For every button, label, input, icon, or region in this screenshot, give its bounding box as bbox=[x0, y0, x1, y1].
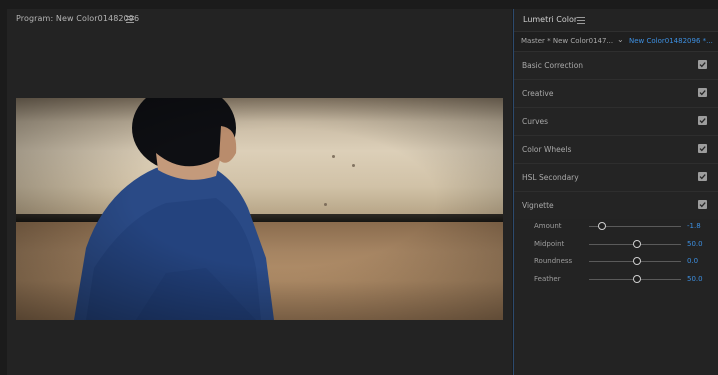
param-label: Amount bbox=[534, 222, 562, 230]
section-color-wheels[interactable]: Color Wheels bbox=[514, 136, 718, 164]
master-clip-label[interactable]: Master * New Color0147... bbox=[521, 37, 613, 45]
section-label: Color Wheels bbox=[522, 145, 572, 154]
vignette-feather-row: Feather 50.0 bbox=[514, 271, 718, 289]
section-label: Basic Correction bbox=[522, 61, 584, 70]
section-vignette[interactable]: Vignette bbox=[514, 192, 718, 219]
lumetri-title[interactable]: Lumetri Color bbox=[523, 15, 577, 24]
section-label: HSL Secondary bbox=[522, 173, 579, 182]
section-basic-correction[interactable]: Basic Correction bbox=[514, 52, 718, 80]
premiere-workspace: Program: New Color01482096 Lumetri Color… bbox=[0, 0, 718, 375]
enable-checkbox[interactable] bbox=[698, 60, 707, 69]
enable-checkbox[interactable] bbox=[698, 200, 707, 209]
param-label: Roundness bbox=[534, 257, 573, 265]
section-label: Creative bbox=[522, 89, 554, 98]
param-label: Feather bbox=[534, 275, 561, 283]
enable-checkbox[interactable] bbox=[698, 88, 707, 97]
param-value[interactable]: -1.8 bbox=[687, 222, 701, 230]
clip-selector-bar: Master * New Color0147... ⌄ New Color014… bbox=[514, 32, 718, 52]
vignette-midpoint-row: Midpoint 50.0 bbox=[514, 236, 718, 254]
vignette-roundness-row: Roundness 0.0 bbox=[514, 253, 718, 271]
section-label: Vignette bbox=[522, 201, 554, 210]
slider-handle[interactable] bbox=[632, 257, 641, 265]
video-frame[interactable] bbox=[16, 98, 503, 320]
vignette-amount-row: Amount -1.8 bbox=[514, 218, 718, 236]
section-creative[interactable]: Creative bbox=[514, 80, 718, 108]
active-clip-label[interactable]: New Color01482096 *... bbox=[629, 37, 713, 45]
slider-handle[interactable] bbox=[597, 222, 606, 230]
checkmark-icon bbox=[699, 174, 706, 180]
lumetri-header: Lumetri Color bbox=[514, 9, 718, 32]
panel-menu-icon[interactable] bbox=[577, 17, 585, 24]
program-monitor-header: Program: New Color01482096 bbox=[7, 9, 512, 31]
param-label: Midpoint bbox=[534, 240, 565, 248]
section-label: Curves bbox=[522, 117, 549, 126]
section-hsl-secondary[interactable]: HSL Secondary bbox=[514, 164, 718, 192]
panel-menu-icon[interactable] bbox=[126, 16, 134, 23]
checkmark-icon bbox=[699, 146, 706, 152]
param-value[interactable]: 50.0 bbox=[687, 240, 703, 248]
enable-checkbox[interactable] bbox=[698, 116, 707, 125]
vignette-overlay bbox=[16, 98, 503, 320]
checkmark-icon bbox=[699, 62, 706, 68]
program-monitor-title[interactable]: Program: New Color01482096 bbox=[16, 14, 139, 23]
program-monitor-panel: Program: New Color01482096 bbox=[7, 9, 512, 375]
param-value[interactable]: 0.0 bbox=[687, 257, 698, 265]
slider-handle[interactable] bbox=[632, 240, 641, 248]
param-value[interactable]: 50.0 bbox=[687, 275, 703, 283]
checkmark-icon bbox=[699, 90, 706, 96]
lumetri-color-panel: Lumetri Color Master * New Color0147... … bbox=[514, 9, 718, 375]
enable-checkbox[interactable] bbox=[698, 144, 707, 153]
enable-checkbox[interactable] bbox=[698, 172, 707, 181]
slider-handle[interactable] bbox=[632, 275, 641, 283]
checkmark-icon bbox=[699, 118, 706, 124]
checkmark-icon bbox=[699, 202, 706, 208]
chevron-down-icon[interactable]: ⌄ bbox=[617, 35, 624, 44]
section-curves[interactable]: Curves bbox=[514, 108, 718, 136]
